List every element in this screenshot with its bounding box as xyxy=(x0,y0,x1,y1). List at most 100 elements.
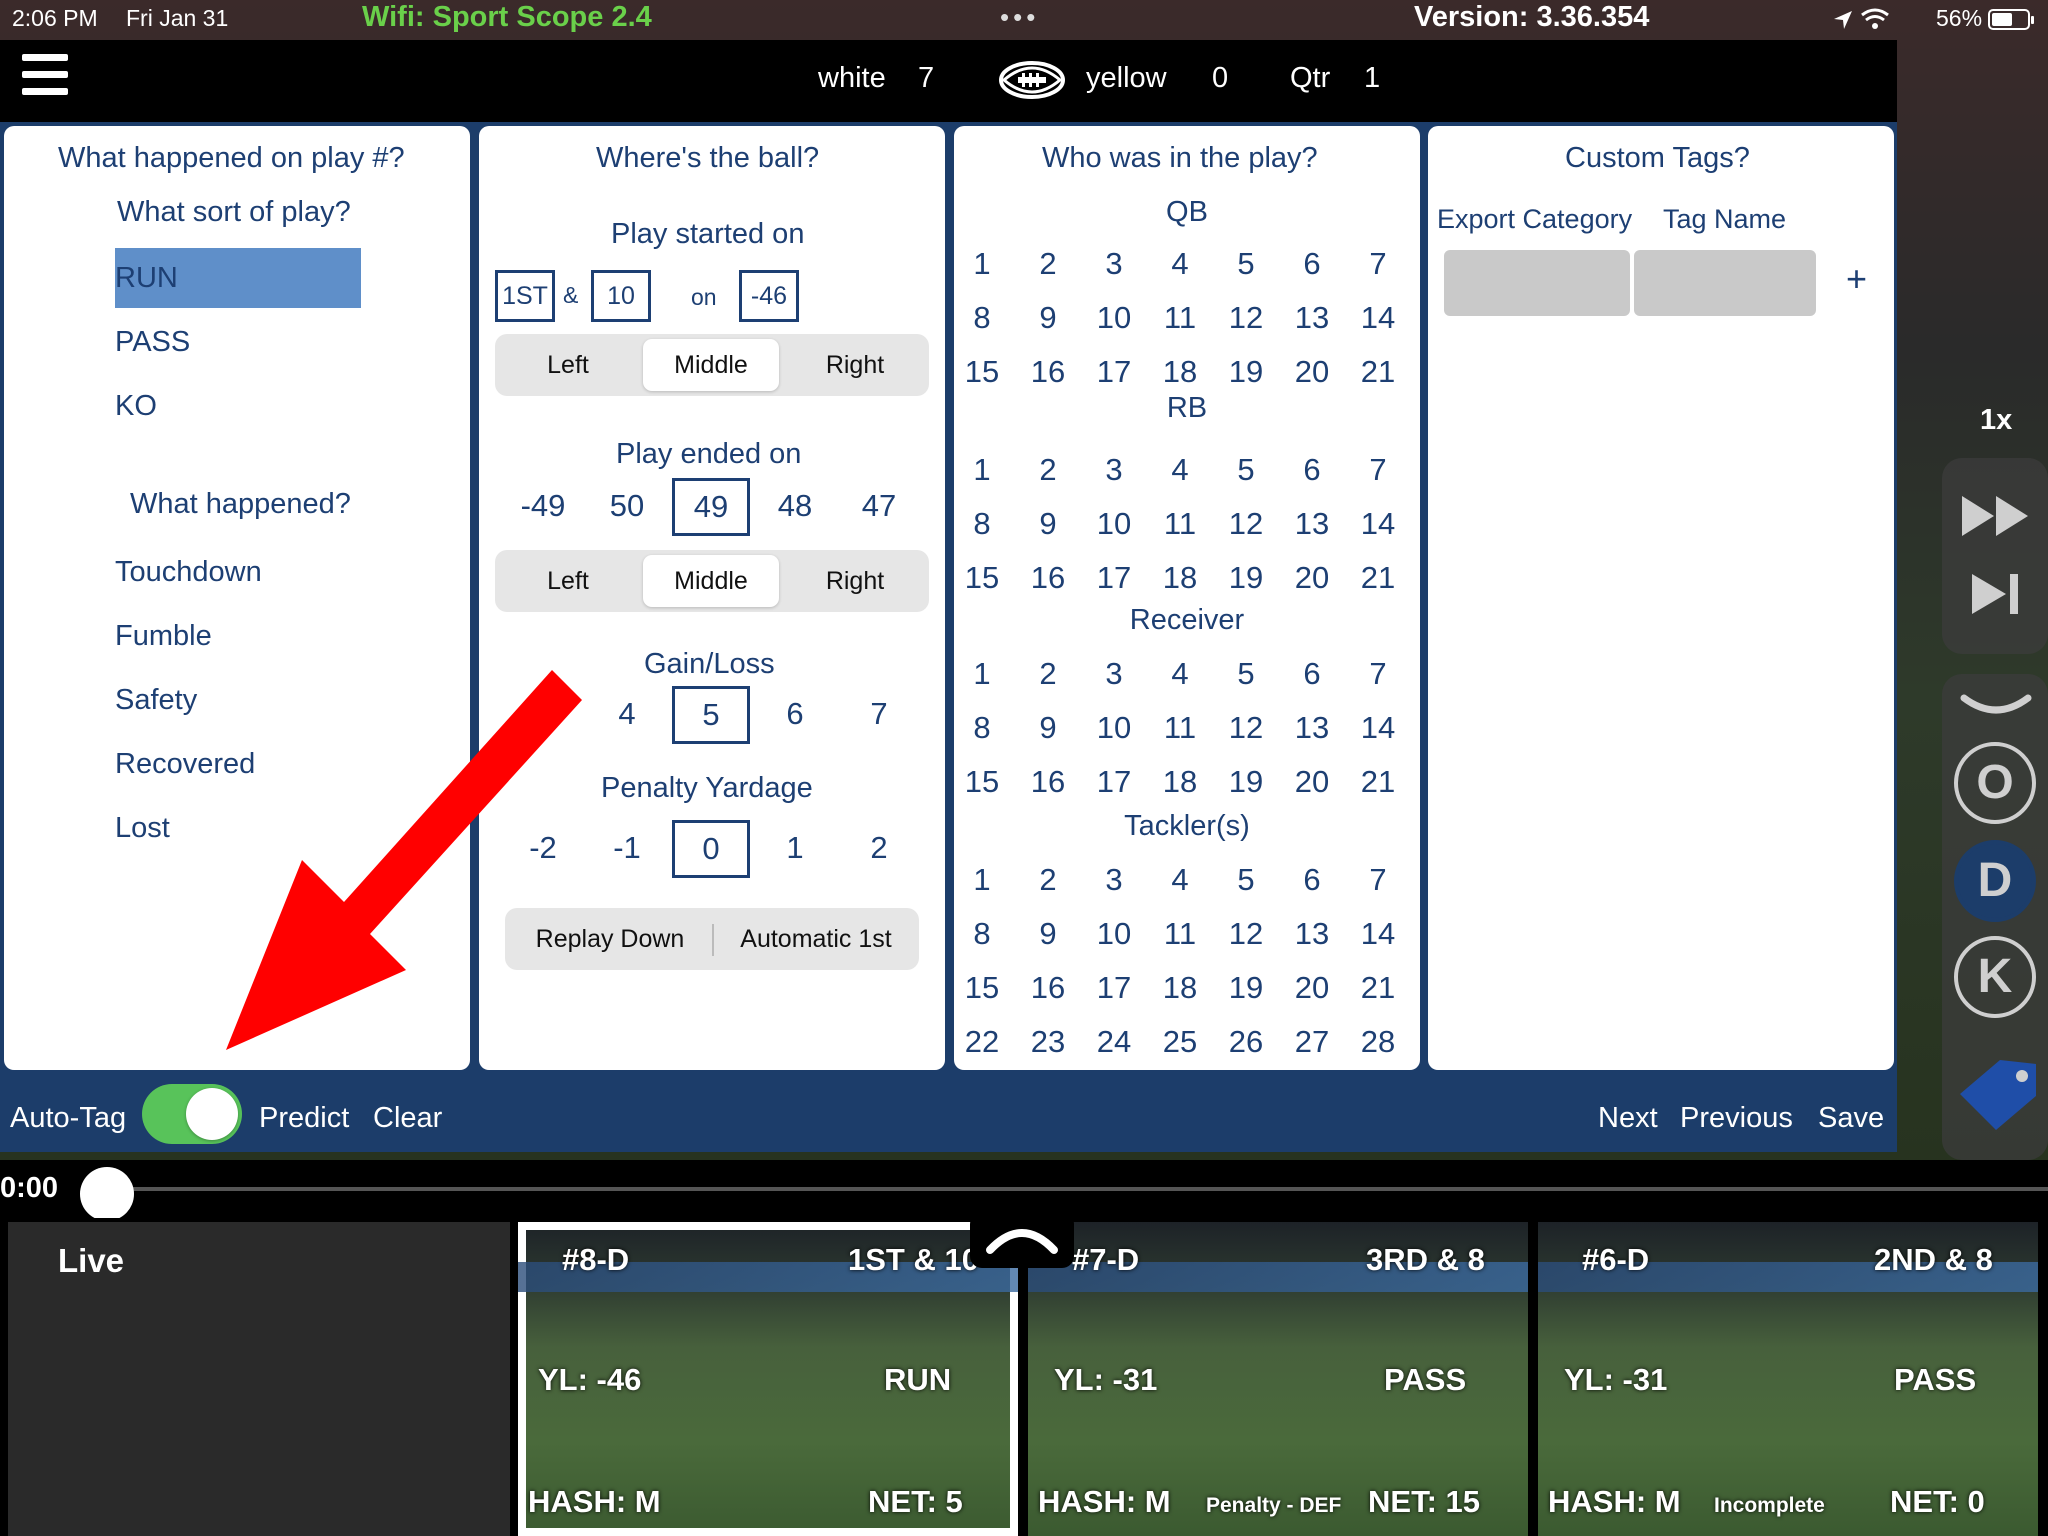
player-number[interactable]: 18 xyxy=(1153,560,1207,596)
player-number[interactable]: 16 xyxy=(1021,560,1075,596)
gain-5-selected[interactable]: 5 xyxy=(672,686,750,744)
expand-clips-button[interactable] xyxy=(970,1212,1074,1268)
player-number[interactable]: 13 xyxy=(1285,506,1339,542)
player-number[interactable]: 15 xyxy=(955,970,1009,1006)
player-number[interactable]: 16 xyxy=(1021,970,1075,1006)
player-number[interactable]: 13 xyxy=(1285,710,1339,746)
player-number[interactable]: 9 xyxy=(1021,506,1075,542)
clear-button[interactable]: Clear xyxy=(373,1102,442,1135)
kick-button[interactable]: K xyxy=(1954,936,2036,1018)
gain-6[interactable]: 6 xyxy=(765,696,825,732)
player-number[interactable]: 10 xyxy=(1087,916,1141,952)
penalty-m1[interactable]: -1 xyxy=(597,830,657,866)
gain-7[interactable]: 7 xyxy=(849,696,909,732)
player-number[interactable]: 9 xyxy=(1021,710,1075,746)
fast-forward-icon[interactable] xyxy=(1960,494,2032,538)
player-number[interactable]: 6 xyxy=(1285,862,1339,898)
tag-icon[interactable] xyxy=(1952,1056,2042,1136)
player-number[interactable]: 7 xyxy=(1351,452,1405,488)
player-number[interactable]: 14 xyxy=(1351,506,1405,542)
player-number[interactable]: 5 xyxy=(1219,246,1273,282)
player-number[interactable]: 12 xyxy=(1219,710,1273,746)
player-number[interactable]: 20 xyxy=(1285,970,1339,1006)
chevron-down-icon[interactable] xyxy=(1960,692,2032,720)
clip-card[interactable]: #7-D 3RD & 8 YL: -31 PASS HASH: M Penalt… xyxy=(1028,1222,1528,1536)
player-number[interactable]: 21 xyxy=(1351,764,1405,800)
outcome-fumble[interactable]: Fumble xyxy=(115,620,212,653)
next-button[interactable]: Next xyxy=(1598,1102,1658,1135)
player-number[interactable]: 8 xyxy=(955,710,1009,746)
player-number[interactable]: 11 xyxy=(1153,916,1207,952)
player-number[interactable]: 10 xyxy=(1087,710,1141,746)
player-number[interactable]: 18 xyxy=(1153,354,1207,390)
player-number[interactable]: 1 xyxy=(955,452,1009,488)
save-button[interactable]: Save xyxy=(1818,1102,1884,1135)
penalty-0-selected[interactable]: 0 xyxy=(672,820,750,878)
player-number[interactable]: 7 xyxy=(1351,862,1405,898)
distance-field[interactable]: 10 xyxy=(591,270,651,322)
outcome-lost[interactable]: Lost xyxy=(115,812,170,845)
player-number[interactable]: 6 xyxy=(1285,656,1339,692)
offense-button[interactable]: O xyxy=(1954,742,2036,824)
player-number[interactable]: 12 xyxy=(1219,300,1273,336)
player-number[interactable]: 2 xyxy=(1021,656,1075,692)
player-number[interactable]: 1 xyxy=(955,656,1009,692)
player-number[interactable]: 18 xyxy=(1153,764,1207,800)
gain-4[interactable]: 4 xyxy=(597,696,657,732)
player-number[interactable]: 19 xyxy=(1219,560,1273,596)
timeline-scrubber[interactable] xyxy=(80,1167,134,1221)
player-number[interactable]: 3 xyxy=(1087,656,1141,692)
player-number[interactable]: 13 xyxy=(1285,300,1339,336)
player-number[interactable]: 4 xyxy=(1153,862,1207,898)
predict-button[interactable]: Predict xyxy=(259,1102,349,1135)
player-number[interactable]: 4 xyxy=(1153,656,1207,692)
add-tag-button[interactable]: + xyxy=(1846,258,1867,300)
player-number[interactable]: 5 xyxy=(1219,452,1273,488)
clip-card[interactable]: #8-D 1ST & 10 YL: -46 RUN HASH: M NET: 5 xyxy=(518,1222,1018,1536)
player-number[interactable]: 17 xyxy=(1087,560,1141,596)
player-number[interactable]: 20 xyxy=(1285,764,1339,800)
player-number[interactable]: 7 xyxy=(1351,656,1405,692)
penalty-1[interactable]: 1 xyxy=(765,830,825,866)
player-number[interactable]: 15 xyxy=(955,354,1009,390)
player-number[interactable]: 6 xyxy=(1285,452,1339,488)
player-number[interactable]: 26 xyxy=(1219,1024,1273,1060)
clip-card[interactable]: #6-D 2ND & 8 YL: -31 PASS HASH: M Incomp… xyxy=(1538,1222,2038,1536)
player-number[interactable]: 12 xyxy=(1219,506,1273,542)
player-number[interactable]: 15 xyxy=(955,560,1009,596)
down-field[interactable]: 1ST xyxy=(495,270,555,322)
export-category-input[interactable] xyxy=(1444,250,1630,316)
player-number[interactable]: 8 xyxy=(955,300,1009,336)
end-yard-47[interactable]: 47 xyxy=(849,488,909,524)
player-number[interactable]: 9 xyxy=(1021,300,1075,336)
end-yard-48[interactable]: 48 xyxy=(765,488,825,524)
player-number[interactable]: 13 xyxy=(1285,916,1339,952)
end-hash-left[interactable]: Left xyxy=(500,555,636,607)
yardline-field[interactable]: -46 xyxy=(739,270,799,322)
player-number[interactable]: 24 xyxy=(1087,1024,1141,1060)
player-number[interactable]: 20 xyxy=(1285,560,1339,596)
end-hash-right[interactable]: Right xyxy=(787,555,923,607)
tag-name-input[interactable] xyxy=(1634,250,1816,316)
player-number[interactable]: 2 xyxy=(1021,246,1075,282)
player-number[interactable]: 17 xyxy=(1087,970,1141,1006)
start-hash-right[interactable]: Right xyxy=(787,339,923,391)
play-type-pass[interactable]: PASS xyxy=(115,326,190,359)
player-number[interactable]: 4 xyxy=(1153,452,1207,488)
player-number[interactable]: 25 xyxy=(1153,1024,1207,1060)
end-yard-49-selected[interactable]: 49 xyxy=(672,478,750,536)
player-number[interactable]: 20 xyxy=(1285,354,1339,390)
playback-speed[interactable]: 1x xyxy=(1980,404,2012,437)
player-number[interactable]: 9 xyxy=(1021,916,1075,952)
player-number[interactable]: 23 xyxy=(1021,1024,1075,1060)
player-number[interactable]: 15 xyxy=(955,764,1009,800)
timeline-track[interactable] xyxy=(108,1187,2048,1191)
player-number[interactable]: 10 xyxy=(1087,300,1141,336)
player-number[interactable]: 19 xyxy=(1219,764,1273,800)
end-hash-middle[interactable]: Middle xyxy=(643,555,779,607)
play-type-run[interactable]: RUN xyxy=(115,248,361,308)
player-number[interactable]: 21 xyxy=(1351,560,1405,596)
player-number[interactable]: 3 xyxy=(1087,862,1141,898)
player-number[interactable]: 11 xyxy=(1153,300,1207,336)
skip-next-icon[interactable] xyxy=(1970,572,2022,616)
